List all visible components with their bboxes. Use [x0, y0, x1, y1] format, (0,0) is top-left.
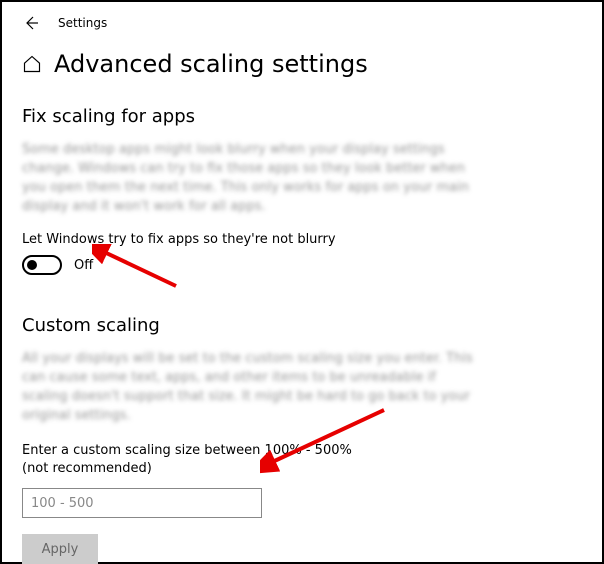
custom-scaling-description: All your displays will be set to the cus…	[22, 350, 482, 425]
fix-blurry-toggle-label: Let Windows try to fix apps so they're n…	[22, 232, 582, 247]
fix-scaling-heading: Fix scaling for apps	[22, 106, 582, 127]
back-arrow-icon	[23, 15, 39, 31]
page-title: Advanced scaling settings	[54, 50, 368, 78]
custom-scale-input[interactable]	[22, 488, 262, 518]
fix-blurry-toggle[interactable]	[22, 255, 62, 275]
apply-button[interactable]: Apply	[22, 534, 98, 564]
fix-scaling-description: Some desktop apps might look blurry when…	[22, 141, 482, 216]
toggle-knob	[27, 260, 37, 270]
back-button[interactable]	[22, 14, 40, 32]
app-name: Settings	[58, 16, 107, 30]
custom-scale-field-label: Enter a custom scaling size between 100%…	[22, 442, 382, 478]
toggle-state-text: Off	[74, 258, 93, 273]
home-icon	[22, 54, 42, 74]
custom-scaling-heading: Custom scaling	[22, 315, 582, 336]
